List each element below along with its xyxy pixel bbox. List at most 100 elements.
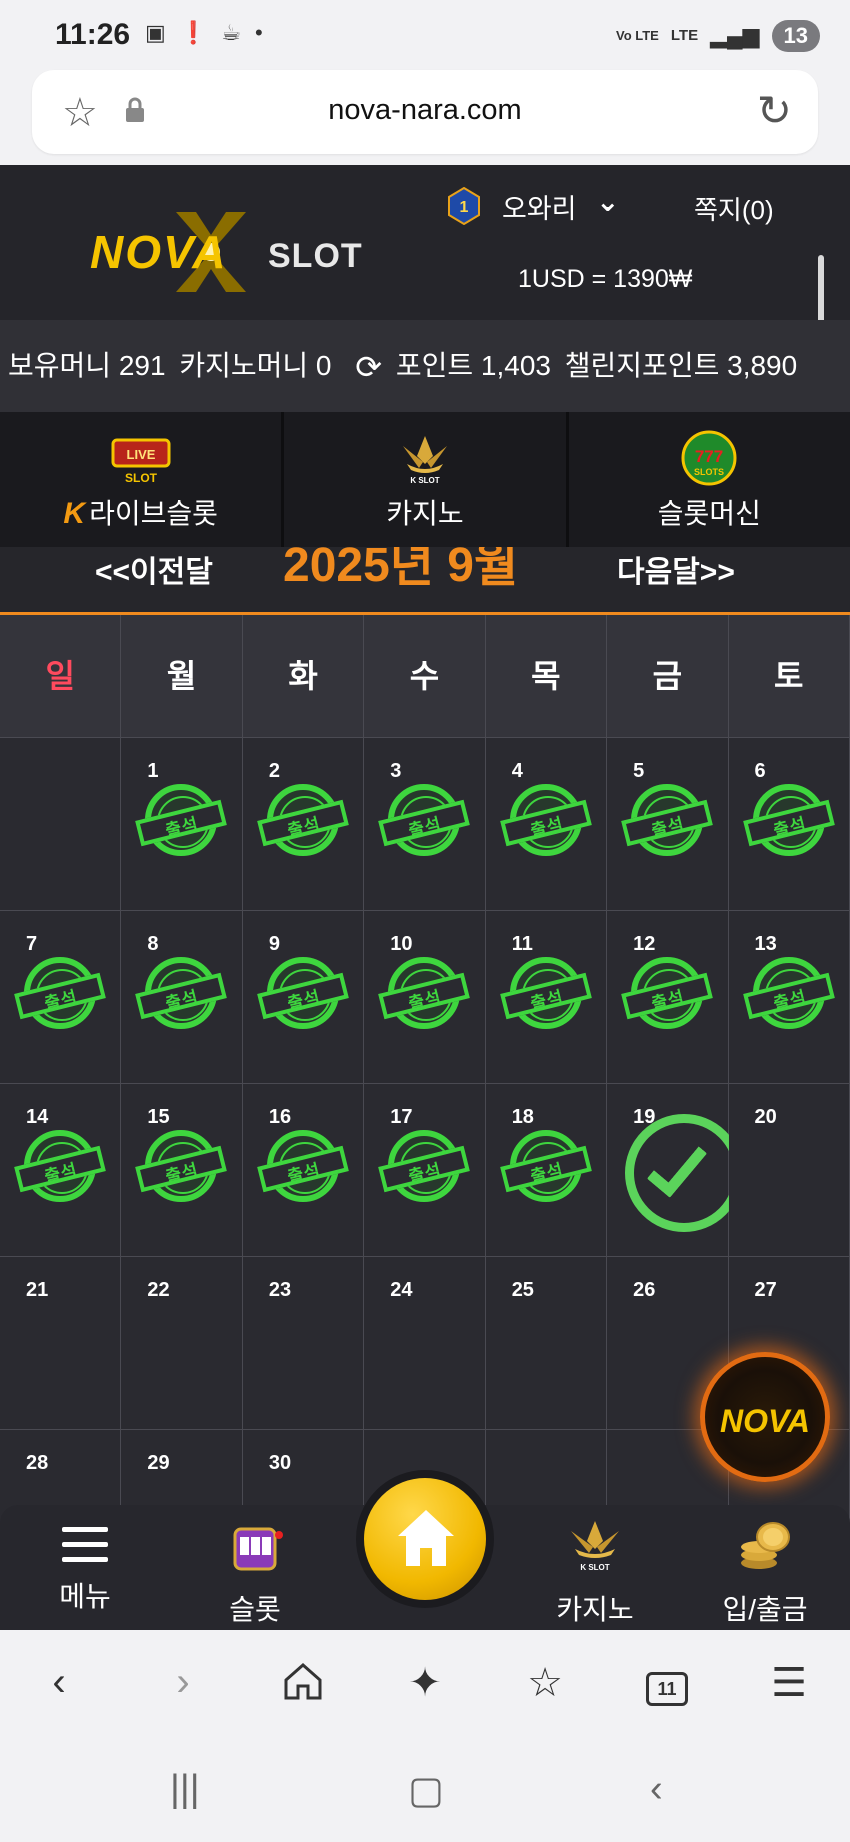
calendar-day-cell[interactable]: 6 출석 <box>728 738 850 911</box>
calendar-day-cell[interactable]: 8 출석 <box>121 911 243 1084</box>
calendar-day-cell[interactable]: 23 <box>242 1257 365 1430</box>
balance-bar: 보유머니 291 카지노머니 0 ⟳ 포인트 1,403 챌린지포인트 3,89… <box>0 320 850 412</box>
day-number: 10 <box>390 933 413 955</box>
weekday-wed: 수 <box>364 615 486 738</box>
attendance-stamp-text: 출석 <box>285 814 323 841</box>
prev-month-button[interactable]: <<이전달 <box>95 547 213 591</box>
calendar-day-cell[interactable]: 16 출석 <box>242 1084 365 1257</box>
nav-casino[interactable]: K SLOT 카지노 <box>510 1517 680 1628</box>
battery-badge: 13 <box>771 20 820 52</box>
nav-deposit-withdraw[interactable]: 입/출금 <box>680 1517 850 1628</box>
android-back-icon[interactable]: ‹ <box>650 1768 663 1811</box>
level-number: 1 <box>460 199 469 216</box>
calendar-day-cell[interactable]: 1 출석 <box>121 738 243 911</box>
attendance-stamp-text: 출석 <box>649 814 687 841</box>
sparkle-icon[interactable]: ✦ <box>390 1660 460 1716</box>
android-home-icon[interactable]: ▢ <box>408 1768 444 1813</box>
day-number: 21 <box>26 1279 49 1301</box>
attendance-stamp-icon: 출석 <box>378 784 471 856</box>
attendance-stamp-icon: 출석 <box>742 784 835 856</box>
calendar-day-cell[interactable]: 7 출석 <box>0 911 122 1084</box>
lte-icon: LTE <box>670 27 699 44</box>
forward-icon[interactable]: › <box>148 1660 218 1716</box>
points-balance: 포인트 1,403 <box>395 350 551 381</box>
nova-floating-button[interactable]: NOVA <box>700 1352 830 1482</box>
calendar-day-cell[interactable]: 11 출석 <box>485 911 608 1084</box>
next-month-button[interactable]: 다음달>> <box>617 547 735 591</box>
browser-home-icon[interactable] <box>268 1660 338 1716</box>
chevron-down-icon[interactable]: ⌄ <box>596 185 619 218</box>
nova-slot-logo[interactable]: NOVA SLOT <box>90 212 380 292</box>
calendar-day-cell[interactable]: 20 <box>728 1084 850 1257</box>
home-icon <box>398 1510 454 1566</box>
calendar-day-cell[interactable]: 17 출석 <box>364 1084 486 1257</box>
calendar-day-cell <box>0 738 122 911</box>
calendar-day-cell[interactable]: 2 출석 <box>242 738 365 911</box>
refresh-icon[interactable]: ⟳ <box>355 321 382 412</box>
weekday-fri: 금 <box>607 615 729 738</box>
attendance-stamp-icon: 출석 <box>499 784 592 856</box>
calendar-week-row: 1 출석 2 출석 3 출석 4 출석 5 출석 6 출석 <box>0 738 850 911</box>
check-circle-icon[interactable] <box>625 1114 744 1232</box>
slot-machine-icon <box>233 1527 283 1571</box>
username[interactable]: 오와리 <box>502 187 577 226</box>
day-number: 1 <box>147 760 159 782</box>
alert-icon: ❗ <box>179 20 208 45</box>
status-bar: 11:26 ▣ ❗ ☕ • Vo LTE LTE ▂▄▆ 13 <box>0 0 850 70</box>
messages-link[interactable]: 쪽지(0) <box>694 190 774 227</box>
calendar-day-cell[interactable]: 14 출석 <box>0 1084 122 1257</box>
reload-icon[interactable]: ↻ <box>757 86 792 135</box>
calendar-day-cell[interactable]: 4 출석 <box>485 738 608 911</box>
back-icon[interactable]: ‹ <box>24 1660 94 1716</box>
day-number: 25 <box>511 1279 534 1301</box>
attendance-stamp-text: 출석 <box>406 987 444 1014</box>
bookmarks-icon[interactable]: ☆ <box>510 1660 580 1716</box>
attendance-stamp-text: 출석 <box>285 987 323 1014</box>
calendar-day-cell[interactable]: 10 출석 <box>364 911 486 1084</box>
calendar-day-cell[interactable]: 25 <box>485 1257 608 1430</box>
nav-menu[interactable]: 메뉴 <box>0 1517 170 1615</box>
recent-apps-icon[interactable]: ||| <box>170 1768 200 1811</box>
calendar-day-cell[interactable]: 24 <box>364 1257 486 1430</box>
tab-live-slot[interactable]: LIVE SLOT K 라이브슬롯 <box>0 412 285 547</box>
day-number: 28 <box>26 1452 49 1474</box>
k-slot-icon: K SLOT <box>402 436 447 485</box>
tab-slot-machine[interactable]: 777 SLOTS 슬롯머신 <box>569 412 850 547</box>
url-bar[interactable]: ☆ nova-nara.com ↻ <box>32 70 818 154</box>
calendar-day-cell[interactable]: 13 출석 <box>728 911 850 1084</box>
calendar-day-cell[interactable]: 12 출석 <box>607 911 729 1084</box>
attendance-stamp-text: 출석 <box>406 814 444 841</box>
attendance-stamp-text: 출석 <box>164 814 201 841</box>
tab-label-live-slot: 라이브슬롯 <box>89 498 218 529</box>
calendar-day-cell[interactable]: 19 <box>607 1084 744 1257</box>
browser-menu-icon[interactable]: ☰ <box>754 1660 824 1716</box>
tab-casino[interactable]: K SLOT 카지노 <box>284 412 569 547</box>
calendar-day-cell[interactable]: 3 출석 <box>364 738 486 911</box>
android-nav-bar: ||| ▢ ‹ <box>0 1740 850 1842</box>
svg-text:K SLOT: K SLOT <box>580 1563 609 1572</box>
logo-text-slot: SLOT <box>268 237 363 275</box>
nav-label-casino: 카지노 <box>556 1594 634 1625</box>
svg-text:SLOT: SLOT <box>125 471 158 485</box>
tabs-icon[interactable]: 11 <box>632 1660 702 1716</box>
calendar-day-cell[interactable]: 22 <box>121 1257 243 1430</box>
day-number: 20 <box>754 1106 777 1128</box>
calendar-day-cell[interactable]: 9 출석 <box>242 911 365 1084</box>
nav-label-deposit: 입/출금 <box>722 1594 808 1625</box>
nav-slot[interactable]: 슬롯 <box>170 1517 340 1628</box>
url-text[interactable]: nova-nara.com <box>32 94 818 127</box>
nav-label-menu: 메뉴 <box>59 1581 111 1612</box>
hamburger-icon <box>62 1527 108 1567</box>
calendar-day-cell[interactable]: 15 출석 <box>121 1084 243 1257</box>
status-notification-icons: ▣ ❗ ☕ • <box>145 20 263 46</box>
game-tabs: LIVE SLOT K 라이브슬롯 K SLOT 카지노 777 SLOTS 슬롯… <box>0 412 850 547</box>
calendar-day-cell[interactable]: 21 <box>0 1257 122 1430</box>
attendance-stamp-text: 출석 <box>285 1160 323 1187</box>
calendar-day-cell[interactable]: 18 출석 <box>485 1084 608 1257</box>
nav-label-slot: 슬롯 <box>229 1594 281 1625</box>
home-button[interactable] <box>356 1470 494 1608</box>
month-title: 2025년 9월 <box>283 547 519 592</box>
attendance-stamp-icon: 출석 <box>135 1130 228 1202</box>
day-number: 22 <box>147 1279 170 1301</box>
calendar-day-cell[interactable]: 5 출석 <box>607 738 729 911</box>
